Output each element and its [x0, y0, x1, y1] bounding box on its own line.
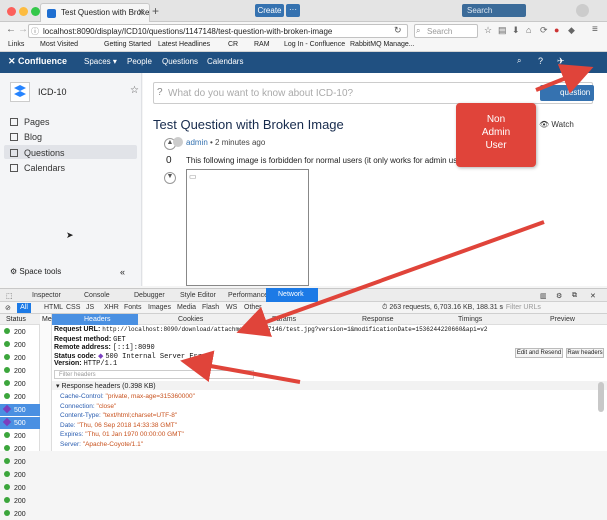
status-dot-icon — [4, 510, 10, 516]
status-dot-icon — [4, 484, 10, 490]
status-value: 200 — [14, 472, 26, 479]
status-value: 200 — [14, 459, 26, 466]
status-value: 200 — [14, 498, 26, 505]
arrow-to-status-code — [180, 350, 301, 384]
status-value: 200 — [14, 511, 26, 518]
arrow-to-avatar — [535, 64, 594, 94]
request-row[interactable]: 200 — [0, 469, 40, 481]
request-row[interactable]: 200 — [0, 456, 40, 468]
annotation-arrows — [180, 64, 594, 384]
request-row[interactable]: 200 — [0, 508, 40, 520]
arrow-to-request-url — [236, 220, 545, 337]
status-dot-icon — [4, 458, 10, 464]
status-dot-icon — [4, 497, 10, 503]
status-value: 200 — [14, 485, 26, 492]
request-row[interactable]: 200 — [0, 482, 40, 494]
request-row[interactable]: 200 — [0, 495, 40, 507]
status-dot-icon — [4, 471, 10, 477]
